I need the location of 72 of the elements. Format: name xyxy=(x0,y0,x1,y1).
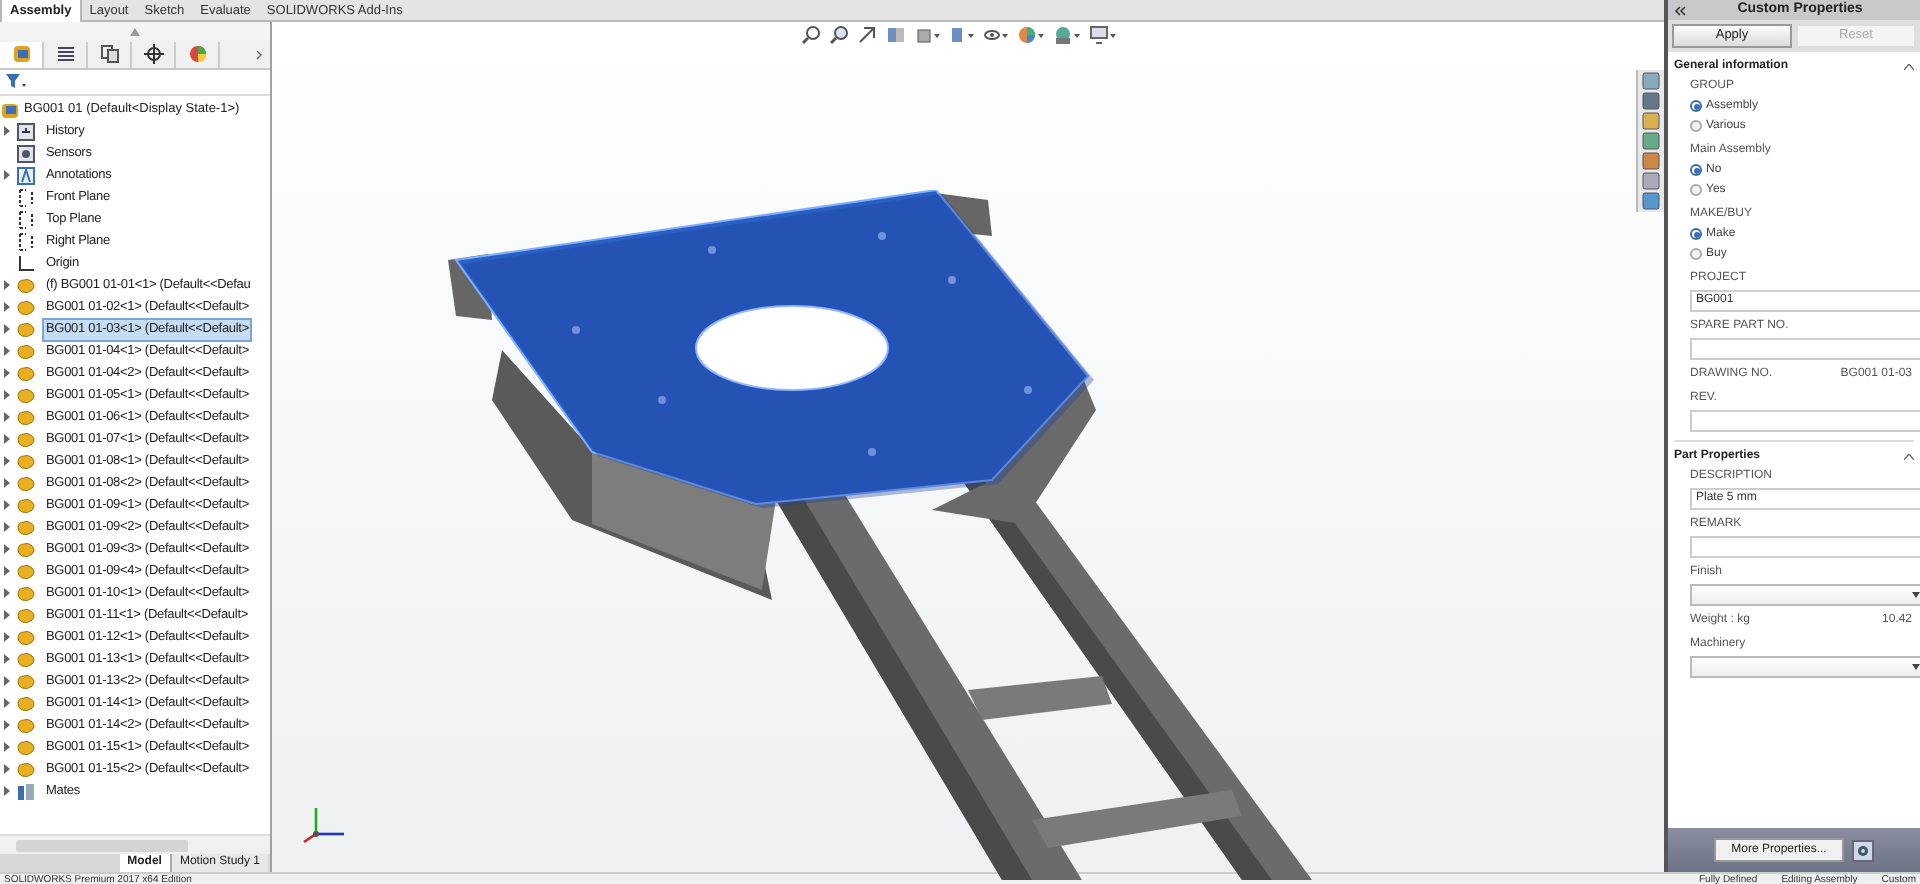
expand-arrow-icon[interactable] xyxy=(4,126,10,136)
zoom-to-fit-icon[interactable] xyxy=(802,26,820,44)
plane-icon xyxy=(16,231,36,251)
expand-arrow-icon[interactable] xyxy=(4,522,10,532)
section-view-icon[interactable] xyxy=(886,26,906,44)
collapse-caret-icon[interactable] xyxy=(1904,454,1914,460)
collapse-caret-icon[interactable] xyxy=(1904,64,1914,70)
radio-button[interactable] xyxy=(1690,248,1702,260)
expand-arrow-icon[interactable] xyxy=(4,632,10,642)
horizontal-scrollbar[interactable] xyxy=(16,839,188,851)
chevron-icon[interactable] xyxy=(256,49,262,59)
collapse-icon[interactable] xyxy=(1674,5,1686,15)
radio-button[interactable] xyxy=(1690,100,1702,112)
origin-icon xyxy=(16,253,36,273)
text-field[interactable] xyxy=(1690,338,1920,360)
dropdown-caret-icon xyxy=(1912,592,1920,598)
text-field[interactable] xyxy=(1690,410,1920,432)
plane-icon xyxy=(16,209,36,229)
display-style-icon[interactable] xyxy=(950,26,974,44)
expand-arrow-icon[interactable] xyxy=(4,720,10,730)
expand-arrow-icon[interactable] xyxy=(4,478,10,488)
previous-view-icon[interactable] xyxy=(858,26,876,44)
expand-arrow-icon[interactable] xyxy=(4,280,10,290)
expand-arrow-icon[interactable] xyxy=(4,742,10,752)
property-list-icon[interactable] xyxy=(55,44,75,64)
radio-button[interactable] xyxy=(1690,228,1702,240)
expand-arrow-icon[interactable] xyxy=(4,368,10,378)
filter-icon[interactable] xyxy=(6,74,26,90)
expand-arrow-icon[interactable] xyxy=(4,676,10,686)
coordinate-triad-icon xyxy=(300,804,348,844)
expand-arrow-icon[interactable] xyxy=(4,698,10,708)
zoom-area-icon[interactable] xyxy=(830,26,848,44)
mates-icon xyxy=(16,781,36,801)
crosshair-icon[interactable] xyxy=(143,44,163,64)
expand-arrow-icon[interactable] xyxy=(4,544,10,554)
expand-arrow-icon[interactable] xyxy=(4,170,10,180)
settings-icon[interactable] xyxy=(1852,839,1875,861)
dropdown-field[interactable] xyxy=(1690,584,1920,606)
dropdown-field[interactable] xyxy=(1690,656,1920,678)
radio-button[interactable] xyxy=(1690,120,1702,132)
expand-arrow-icon[interactable] xyxy=(4,412,10,422)
appearance-icon[interactable] xyxy=(1018,26,1044,44)
feature-tree-icon[interactable] xyxy=(11,44,31,64)
expand-arrow-icon[interactable] xyxy=(4,434,10,444)
view-orientation-icon[interactable] xyxy=(916,26,940,44)
plane-icon xyxy=(16,187,36,207)
expand-arrow-icon[interactable] xyxy=(4,456,10,466)
sensors-icon xyxy=(16,143,36,163)
assembly-icon xyxy=(0,99,20,119)
expand-arrow-icon[interactable] xyxy=(4,566,10,576)
annotations-icon xyxy=(16,165,36,185)
scene-icon[interactable] xyxy=(1054,26,1080,44)
monitor-icon[interactable] xyxy=(1090,26,1116,44)
expand-arrow-icon[interactable] xyxy=(4,588,10,598)
configuration-icon[interactable] xyxy=(99,44,119,64)
expand-arrow-icon[interactable] xyxy=(4,654,10,664)
radio-button[interactable] xyxy=(1690,184,1702,196)
expand-arrow-icon[interactable] xyxy=(4,346,10,356)
history-icon xyxy=(16,121,36,141)
expand-arrow-icon[interactable] xyxy=(4,610,10,620)
radio-button[interactable] xyxy=(1690,164,1702,176)
expand-arrow-icon[interactable] xyxy=(4,390,10,400)
collapse-arrow-icon[interactable] xyxy=(130,27,140,35)
color-wheel-icon[interactable] xyxy=(187,44,207,64)
hide-show-icon[interactable] xyxy=(984,26,1008,44)
expand-arrow-icon[interactable] xyxy=(4,302,10,312)
expand-arrow-icon[interactable] xyxy=(4,786,10,796)
expand-arrow-icon[interactable] xyxy=(4,500,10,510)
expand-arrow-icon[interactable] xyxy=(4,764,10,774)
dropdown-caret-icon xyxy=(1912,664,1920,670)
text-field[interactable] xyxy=(1690,536,1920,558)
expand-arrow-icon[interactable] xyxy=(4,324,10,334)
